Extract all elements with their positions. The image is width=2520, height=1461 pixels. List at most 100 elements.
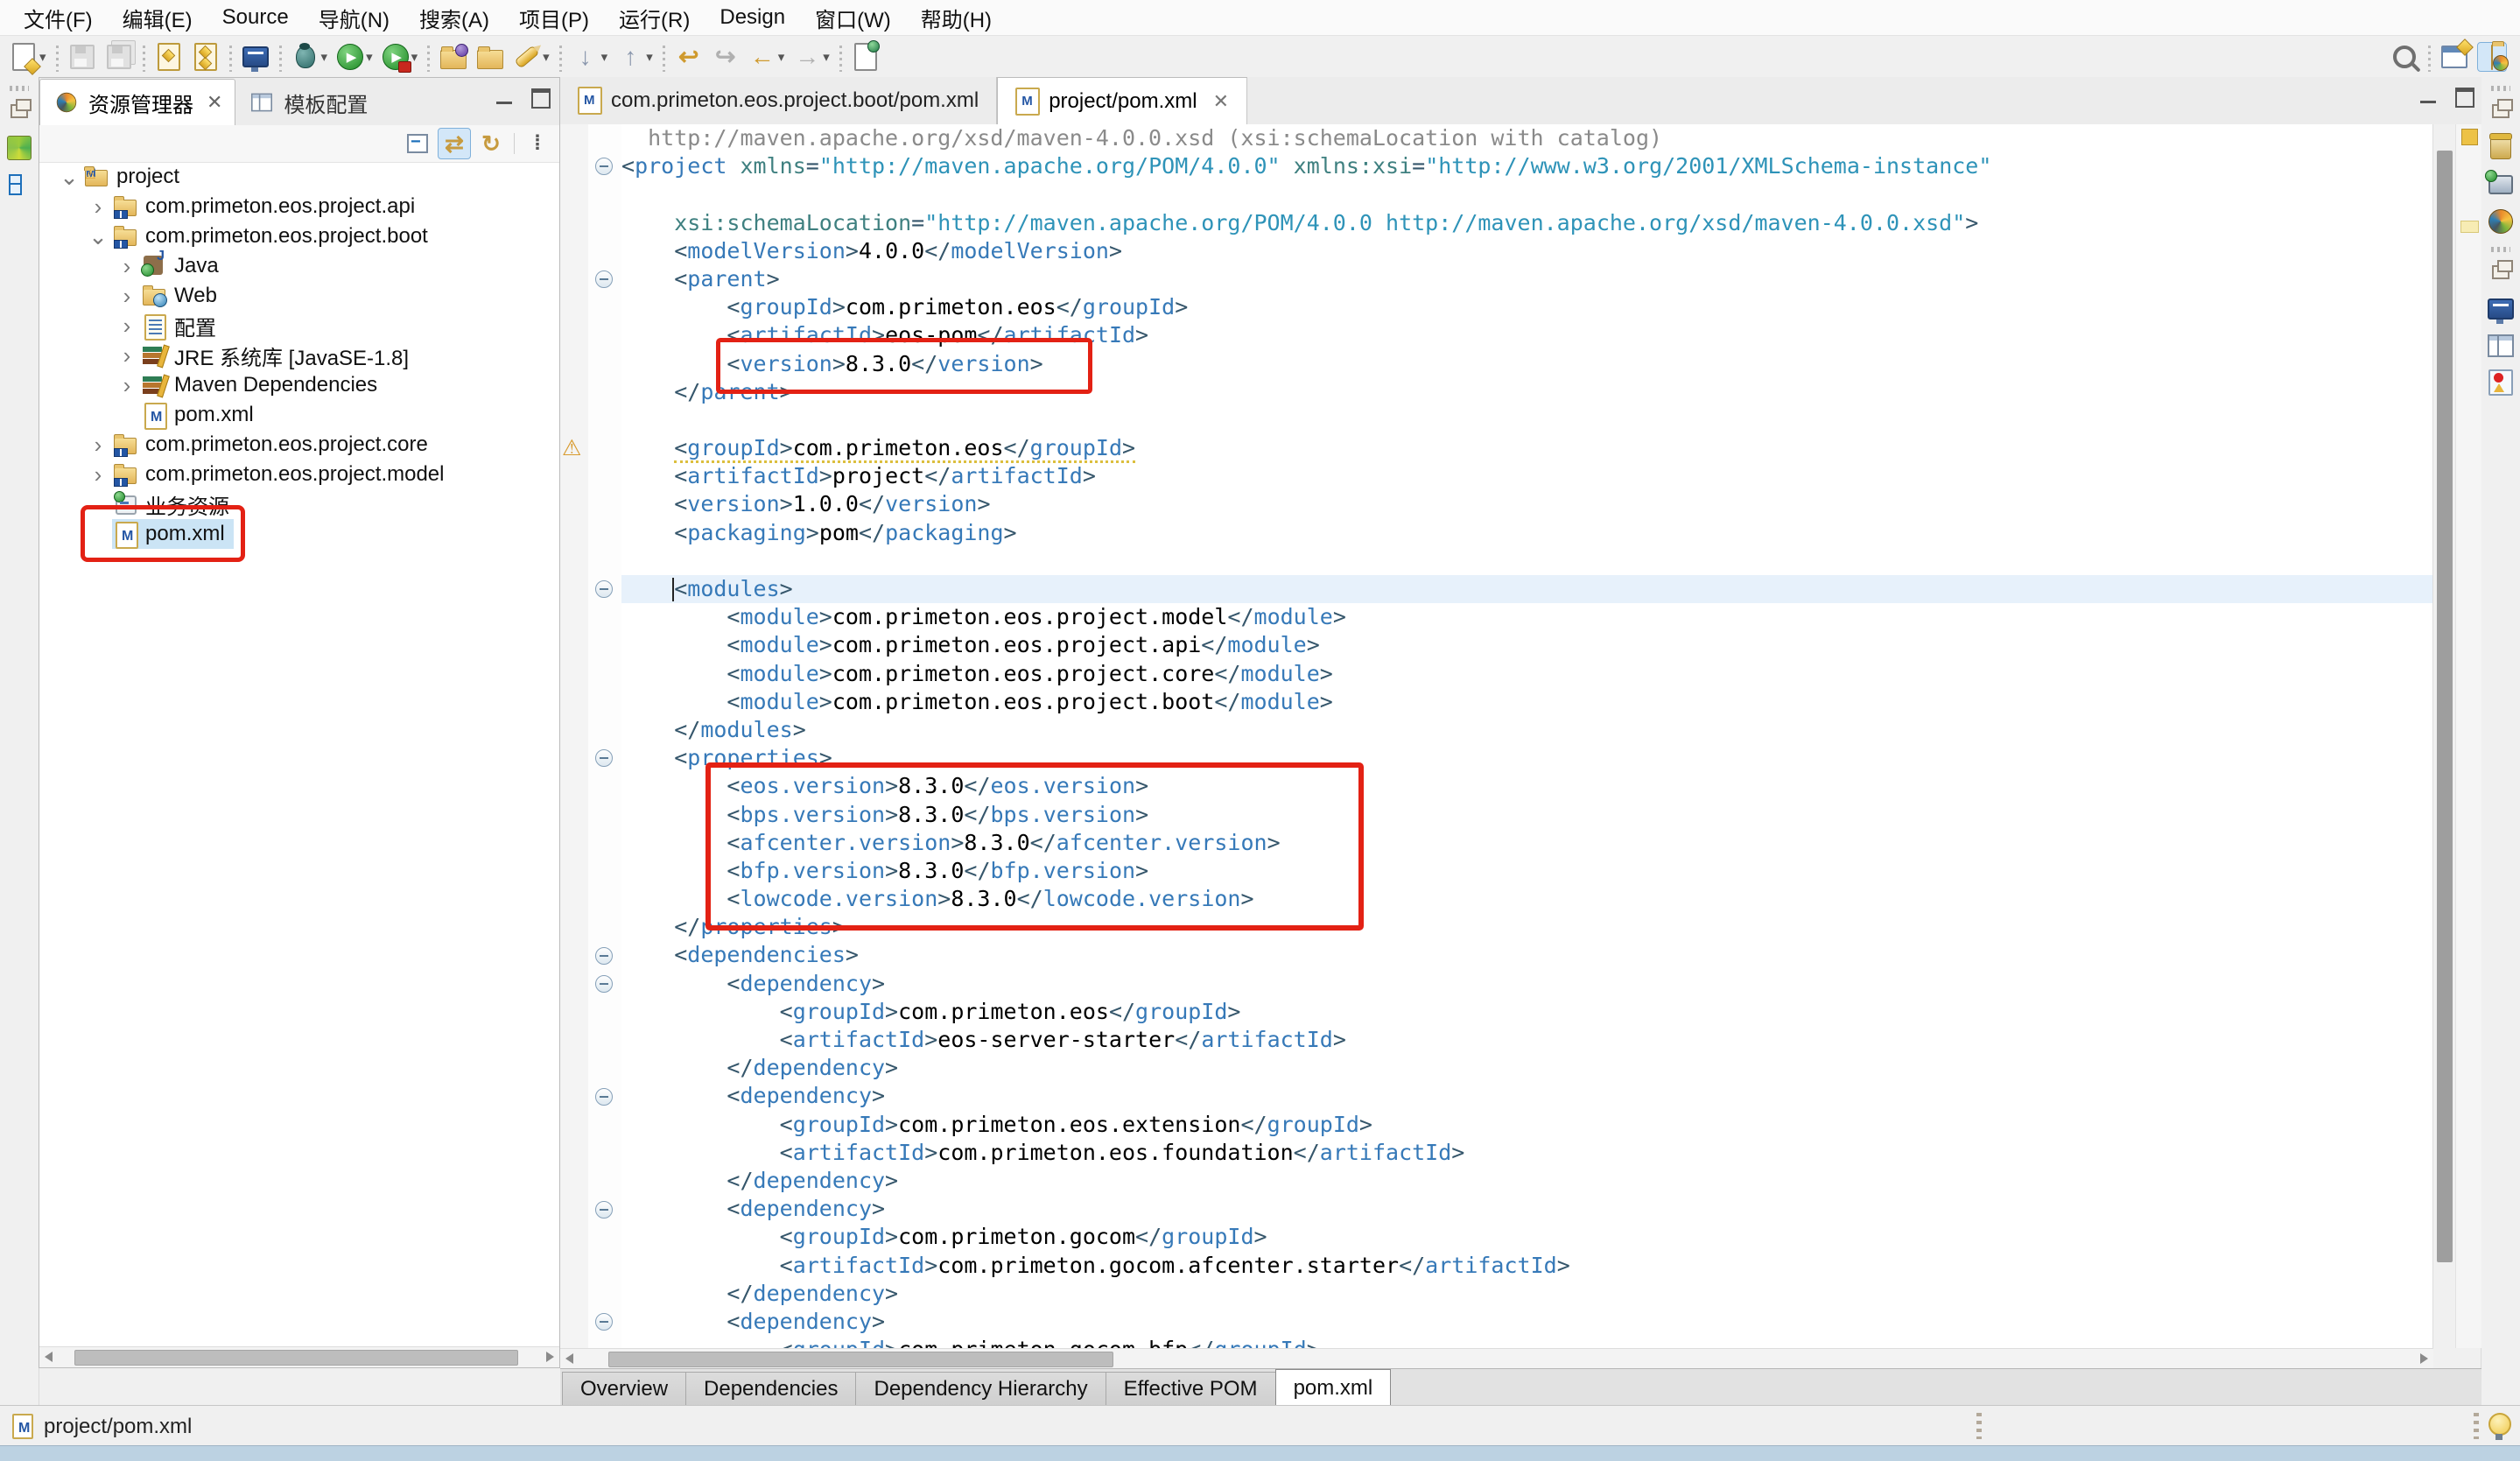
expander-icon[interactable]: › xyxy=(113,372,141,399)
code-line[interactable]: <artifactId>eos-server-starter</artifact… xyxy=(621,1026,2433,1054)
dropdown-arrow-icon[interactable]: ▾ xyxy=(601,49,608,65)
prev-edit-location-button[interactable]: ↩ xyxy=(671,40,706,74)
pom-page-tab-dependency-hierarchy[interactable]: Dependency Hierarchy xyxy=(855,1372,1106,1406)
code-line[interactable]: <afcenter.version>8.3.0</afcenter.versio… xyxy=(621,829,2433,857)
code-line[interactable]: <properties> xyxy=(621,744,2433,772)
link-with-editor-button[interactable]: ⇄ xyxy=(438,128,471,159)
refresh-button[interactable]: ↻ xyxy=(474,128,508,159)
code-line[interactable]: <packaging>pom</packaging> xyxy=(621,519,2433,547)
package-view-button[interactable] xyxy=(2484,131,2517,165)
view-tab-1[interactable]: 模板配置 xyxy=(235,80,380,125)
dropdown-arrow-icon[interactable]: ▾ xyxy=(778,49,785,65)
code-line[interactable] xyxy=(621,547,2433,575)
tree-item-业务资源[interactable]: 业务资源 xyxy=(39,489,559,519)
expander-icon[interactable]: › xyxy=(113,283,141,310)
code-line[interactable]: <version>1.0.0</version> xyxy=(621,490,2433,518)
editor-vertical-scrollbar[interactable] xyxy=(2432,124,2456,1348)
tree-item-Java[interactable]: ›Java xyxy=(39,251,559,281)
code-line[interactable]: http://maven.apache.org/xsd/maven-4.0.0.… xyxy=(621,124,2433,152)
scroll-left-arrow[interactable] xyxy=(45,1352,53,1362)
menu-item-1[interactable]: 编辑(E) xyxy=(108,0,207,35)
code-line[interactable]: <dependency> xyxy=(621,1195,2433,1223)
maximize-editor-button[interactable] xyxy=(2453,88,2476,107)
run-config-button[interactable]: ▶▾ xyxy=(378,40,422,74)
dropdown-arrow-icon[interactable]: ▾ xyxy=(543,49,550,65)
scrollbar-thumb[interactable] xyxy=(74,1350,518,1366)
eos-generate-button[interactable] xyxy=(188,40,223,74)
code-line[interactable]: <dependency> xyxy=(621,1308,2433,1336)
scroll-left-arrow[interactable] xyxy=(565,1353,573,1364)
expander-icon[interactable]: › xyxy=(113,253,141,280)
restore-right-top-button[interactable] xyxy=(2484,95,2517,128)
open-folder-button[interactable] xyxy=(473,40,508,74)
code-line[interactable]: <bfp.version>8.3.0</bfp.version> xyxy=(621,857,2433,885)
view-menu-button[interactable]: ⁞ xyxy=(521,128,554,159)
code-line[interactable]: </properties> xyxy=(621,913,2433,941)
tree-item-com.primeton.eos.project.api[interactable]: ›com.primeton.eos.project.api xyxy=(39,192,559,221)
pom-page-tab-pom.xml[interactable]: pom.xml xyxy=(1275,1369,1392,1406)
search-button[interactable] xyxy=(2387,40,2422,74)
menu-item-9[interactable]: 帮助(H) xyxy=(906,0,1007,35)
fold-collapse-icon[interactable] xyxy=(595,1088,613,1106)
expander-icon[interactable]: › xyxy=(84,461,112,488)
tree-item-Maven-Dependencies[interactable]: ›Maven Dependencies xyxy=(39,370,559,400)
back-button[interactable]: ←▾ xyxy=(745,40,789,74)
fold-collapse-icon[interactable] xyxy=(595,749,613,767)
code-line[interactable]: <modelVersion>4.0.0</modelVersion> xyxy=(621,237,2433,265)
code-line[interactable] xyxy=(621,180,2433,208)
tree-item-pom.xml[interactable]: pom.xml xyxy=(39,400,559,430)
mark-occurrences-button[interactable]: ▾ xyxy=(509,40,553,74)
expander-icon[interactable]: › xyxy=(84,432,112,459)
next-edit-location-button[interactable]: ↪ xyxy=(708,40,743,74)
menu-item-0[interactable]: 文件(F) xyxy=(9,0,108,35)
tree-item-com.primeton.eos.project.core[interactable]: ›com.primeton.eos.project.core xyxy=(39,430,559,460)
code-line[interactable]: <groupId>com.primeton.gocom</groupId> xyxy=(621,1223,2433,1251)
warning-summary-marker[interactable] xyxy=(2461,129,2478,145)
code-line[interactable]: <artifactId>eos-pom</artifactId> xyxy=(621,321,2433,349)
run-button[interactable]: ▶▾ xyxy=(333,40,376,74)
code-line[interactable]: <version>8.3.0</version> xyxy=(621,350,2433,378)
menu-item-2[interactable]: Source xyxy=(207,0,304,35)
menu-item-6[interactable]: 运行(R) xyxy=(604,0,705,35)
dropdown-arrow-icon[interactable]: ▾ xyxy=(366,49,373,65)
tree-item-project[interactable]: ⌄project xyxy=(39,162,559,192)
tree-item-Web[interactable]: ›Web xyxy=(39,281,559,311)
menu-item-4[interactable]: 搜索(A) xyxy=(404,0,504,35)
scrollbar-thumb[interactable] xyxy=(2437,151,2453,1262)
editor-tab-0[interactable]: com.primeton.eos.project.boot/pom.xml xyxy=(560,77,997,124)
pin-editor-button[interactable] xyxy=(848,40,883,74)
fold-collapse-icon[interactable] xyxy=(595,1201,613,1219)
code-line[interactable]: <module>com.primeton.eos.project.boot</m… xyxy=(621,688,2433,716)
fold-collapse-icon[interactable] xyxy=(595,1313,613,1331)
next-annotation-button[interactable]: ↓▾ xyxy=(568,40,612,74)
scroll-right-arrow[interactable] xyxy=(2420,1353,2428,1364)
warning-line-marker[interactable] xyxy=(2460,221,2479,233)
editor-tab-1[interactable]: project/pom.xml✕ xyxy=(997,77,1247,124)
close-tab-icon[interactable]: ✕ xyxy=(207,91,222,114)
view-tab-0[interactable]: 资源管理器✕ xyxy=(39,79,235,125)
pom-page-tab-effective-pom[interactable]: Effective POM xyxy=(1106,1372,1276,1406)
code-line[interactable]: <groupId>com.primeton.gocom.bfp</groupId… xyxy=(621,1336,2433,1348)
eos-perspective-button[interactable] xyxy=(2474,39,2510,74)
properties-view-button[interactable] xyxy=(2484,329,2517,362)
minimize-editor-button[interactable] xyxy=(2417,88,2439,107)
code-line[interactable]: <groupId>com.primeton.eos</groupId> xyxy=(621,434,2433,462)
menu-item-3[interactable]: 导航(N) xyxy=(304,0,404,35)
pom-page-tab-dependencies[interactable]: Dependencies xyxy=(685,1372,856,1406)
explorer-horizontal-scrollbar[interactable] xyxy=(39,1346,559,1367)
maximize-panel-button[interactable] xyxy=(530,88,552,108)
new-wizard-button[interactable]: ▾ xyxy=(6,40,50,74)
open-perspective-button[interactable] xyxy=(2437,40,2472,74)
code-line[interactable]: <groupId>com.primeton.eos.extension</gro… xyxy=(621,1111,2433,1139)
code-line[interactable]: <module>com.primeton.eos.project.api</mo… xyxy=(621,631,2433,659)
code-line[interactable]: xsi:schemaLocation="http://maven.apache.… xyxy=(621,209,2433,237)
code-line[interactable]: </dependency> xyxy=(621,1167,2433,1195)
code-line[interactable]: <project xmlns="http://maven.apache.org/… xyxy=(621,152,2433,180)
dropdown-arrow-icon[interactable]: ▾ xyxy=(823,49,830,65)
remote-server-button[interactable] xyxy=(238,40,273,74)
code-line[interactable]: <module>com.primeton.eos.project.model</… xyxy=(621,603,2433,631)
pom-page-tab-overview[interactable]: Overview xyxy=(562,1372,686,1406)
fold-collapse-icon[interactable] xyxy=(595,947,613,965)
code-line[interactable]: <modules> xyxy=(621,575,2433,603)
close-tab-icon[interactable]: ✕ xyxy=(1213,90,1229,113)
